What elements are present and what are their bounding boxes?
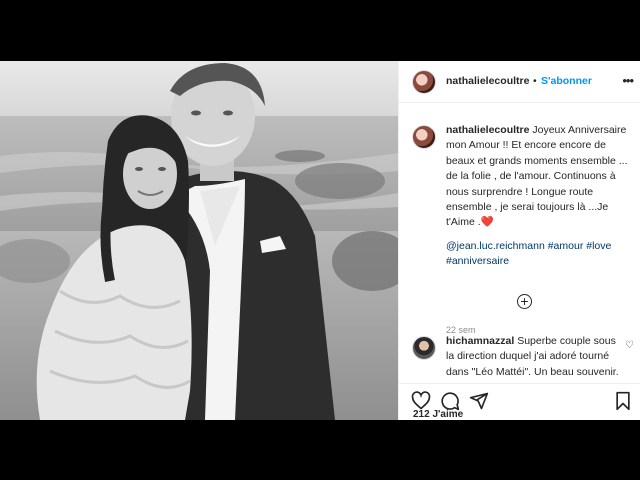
caption-avatar[interactable] <box>412 125 436 149</box>
comment-text-block: hichamnazzal Superbe couple sous la dire… <box>446 334 626 380</box>
bookmark-icon[interactable] <box>613 391 633 411</box>
comment-icon[interactable] <box>440 391 460 411</box>
more-options-icon[interactable]: ••• <box>622 73 634 88</box>
couple-photo-image <box>0 61 398 420</box>
comment-username[interactable]: hichamnazzal <box>446 335 514 347</box>
follow-button[interactable]: S'abonner <box>541 75 592 87</box>
author-username[interactable]: nathalielecoultre <box>446 75 529 87</box>
header-separator: • <box>533 75 537 87</box>
load-more-comments-button[interactable]: + <box>517 294 532 309</box>
caption-username[interactable]: nathalielecoultre <box>446 124 529 136</box>
small-heart-icon[interactable]: ♡ <box>625 340 634 351</box>
author-avatar[interactable] <box>412 70 436 94</box>
post-side-panel: nathalielecoultre • S'abonner ••• nathal… <box>398 61 640 420</box>
likes-count[interactable]: 212 J'aime <box>413 409 463 420</box>
post-photo[interactable] <box>0 61 398 420</box>
post-header: nathalielecoultre • S'abonner ••• <box>399 61 640 103</box>
heart-emoji: ❤️ <box>480 216 494 229</box>
caption-tags[interactable]: @jean.luc.reichmann #amour #love #annive… <box>446 240 611 267</box>
heart-icon[interactable] <box>411 391 431 411</box>
caption-text-block: nathalielecoultre Joyeux Anniversaire mo… <box>446 123 634 270</box>
commenter-avatar[interactable] <box>412 336 436 360</box>
instagram-post: nathalielecoultre • S'abonner ••• nathal… <box>0 61 640 420</box>
caption-text: Joyeux Anniversaire mon Amour !! Et enco… <box>446 124 628 229</box>
share-icon[interactable] <box>469 391 489 411</box>
